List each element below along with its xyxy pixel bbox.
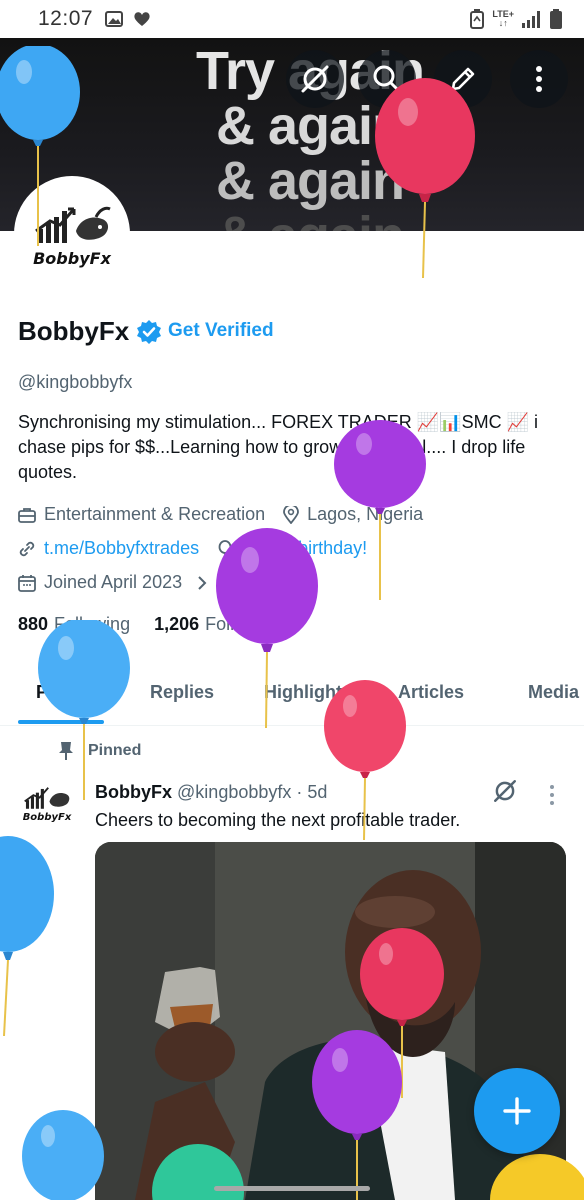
followers-label: Followers [205, 614, 283, 634]
status-time: 12:07 [38, 7, 94, 30]
pinned-indicator: Pinned [58, 741, 141, 761]
battery-icon [550, 9, 562, 29]
balloon-icon [218, 539, 232, 557]
post-avatar[interactable]: BobbyFx [18, 782, 76, 834]
display-name: BobbyFx [18, 316, 130, 346]
get-verified-link[interactable]: Get Verified [168, 320, 274, 342]
post-author[interactable]: BobbyFx [95, 782, 172, 802]
plus-icon [503, 1097, 531, 1125]
compose-button[interactable] [474, 1068, 560, 1154]
profile-handle: @kingbobbyfx [18, 372, 133, 392]
following-label: Following [54, 614, 131, 634]
post-avatar-label: BobbyFx [22, 812, 72, 823]
tab-media[interactable]: Media [528, 682, 579, 703]
profile-bio: Synchronising my stimulation... FOREX TR… [18, 412, 539, 482]
grok-icon[interactable] [492, 778, 518, 804]
followers-count: 1,206 [154, 614, 200, 634]
tab-articles[interactable]: Articles [398, 682, 464, 703]
grok-button[interactable] [286, 50, 344, 108]
pinned-label: Pinned [88, 742, 142, 759]
edit-icon [451, 67, 475, 91]
verified-badge-icon [137, 320, 161, 344]
avatar-label: BobbyFx [33, 248, 111, 268]
more-vertical-icon[interactable] [548, 784, 556, 806]
more-options-button[interactable] [510, 50, 568, 108]
pin-icon [59, 742, 73, 760]
balloon-decoration [22, 1110, 104, 1200]
balloon-decoration [0, 836, 54, 1036]
back-button[interactable] [14, 50, 72, 108]
link-icon [19, 541, 35, 556]
location-pin-icon [283, 505, 300, 524]
profile-birthday[interactable]: Happy birthday! [241, 538, 367, 559]
status-bar: 12:07 LTE+ ↓↑ [0, 0, 584, 38]
recycle-icon [470, 9, 485, 29]
network-type: LTE+ ↓↑ [492, 9, 514, 28]
gallery-icon [105, 11, 124, 27]
back-arrow-icon [30, 68, 57, 90]
profile-avatar[interactable]: BobbyFx [14, 176, 130, 292]
following-stat[interactable]: 880 Following [18, 614, 130, 635]
tab-posts[interactable]: Posts [36, 682, 85, 703]
profile-location: Lagos, Nigeria [307, 504, 424, 524]
following-count: 880 [18, 614, 49, 634]
profile-meta-row: Entertainment & Recreation Lagos, Nigeri… [18, 504, 423, 525]
profile-meta-row: Joined April 2023 [18, 572, 208, 593]
search-icon [373, 65, 401, 93]
home-indicator[interactable] [214, 1186, 370, 1191]
profile-category: Entertainment & Recreation [44, 504, 266, 524]
search-button[interactable] [358, 50, 416, 108]
tab-replies[interactable]: Replies [150, 682, 214, 703]
grok-icon [301, 65, 329, 93]
followers-stat[interactable]: 1,206 Followers [154, 614, 282, 635]
bull-chart-logo-icon [24, 787, 70, 809]
profile-joined: Joined April 2023 [44, 572, 183, 592]
bull-chart-logo-icon [35, 206, 111, 243]
post-header: BobbyFx @kingbobbyfx · 5d [95, 782, 327, 803]
edit-button[interactable] [434, 50, 492, 108]
banner-line: & again [215, 151, 405, 211]
more-vertical-icon [536, 66, 542, 92]
post-handle-time: @kingbobbyfx · 5d [177, 782, 328, 802]
calendar-icon [18, 574, 36, 592]
profile-meta-row: t.me/Bobbyfxtrades Happy birthday! [18, 538, 367, 559]
follow-stats: 880 Following 1,206 Followers [18, 614, 282, 635]
heart-icon [134, 12, 150, 26]
chevron-right-icon[interactable] [196, 575, 208, 591]
active-tab-indicator [18, 720, 104, 724]
tab-highlights[interactable]: Highlights [264, 682, 352, 703]
post-text: Cheers to becoming the next profitable t… [95, 810, 461, 830]
briefcase-icon [18, 507, 36, 523]
banner-line: & again [180, 209, 440, 232]
profile-tabs: Posts Replies Highlights Articles Media [0, 666, 584, 726]
profile-link[interactable]: t.me/Bobbyfxtrades [44, 538, 199, 559]
signal-icon [522, 11, 540, 28]
